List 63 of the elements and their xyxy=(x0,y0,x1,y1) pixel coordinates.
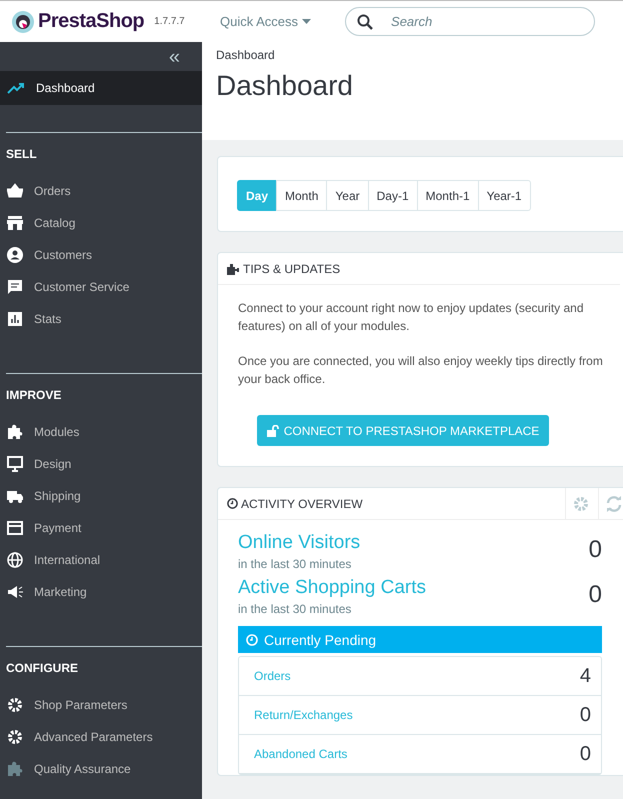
clock-icon xyxy=(246,634,258,646)
period-button[interactable]: Month xyxy=(276,180,328,211)
bar-chart-icon xyxy=(7,311,23,327)
logo-wordmark[interactable]: PrestaShop xyxy=(38,10,144,33)
sidebar-item[interactable]: Dashboard xyxy=(0,71,202,105)
metric-caption: in the last 30 minutes xyxy=(238,557,352,571)
unlock-icon xyxy=(266,424,280,436)
search-icon xyxy=(357,14,374,30)
sidebar-item[interactable]: Payment xyxy=(0,512,202,544)
clock-icon xyxy=(227,498,238,509)
sidebar-item[interactable]: Design xyxy=(0,448,202,480)
period-button[interactable]: Year-1 xyxy=(478,180,531,211)
truck-icon xyxy=(7,488,23,504)
globe-icon xyxy=(7,552,23,568)
credit-card-icon xyxy=(7,520,23,536)
megaphone-icon xyxy=(7,584,23,600)
panel-title: TIPS & UPDATES xyxy=(243,262,340,276)
section-heading: SELL xyxy=(6,146,38,163)
pending-count: 0 xyxy=(580,704,591,726)
version-label: 1.7.7.7 xyxy=(154,16,185,27)
logo-icon xyxy=(12,10,34,32)
person-icon xyxy=(7,247,23,263)
pending-count: 4 xyxy=(580,664,591,688)
sidebar-item[interactable]: Orders xyxy=(0,175,202,207)
sidebar-item[interactable]: Customers xyxy=(0,239,202,271)
caret-icon xyxy=(302,18,312,24)
tips-paragraph: Once you are connected, you will also enjoy weekly tips directly from your back office. xyxy=(238,353,604,388)
pending-count: 0 xyxy=(580,742,591,766)
chat-icon xyxy=(7,279,23,295)
collapse-button[interactable]: « xyxy=(166,46,182,66)
panel-title: ACTIVITY OVERVIEW xyxy=(241,496,363,510)
puzzle-icon xyxy=(227,262,240,274)
metric-value: 0 xyxy=(588,536,602,564)
search-field[interactable]: Search xyxy=(345,7,596,36)
page-title: Dashboard xyxy=(216,70,354,102)
refresh-button[interactable] xyxy=(598,488,623,519)
section-heading: CONFIGURE xyxy=(6,660,79,677)
section-heading: IMPROVE xyxy=(6,387,62,404)
refresh-icon xyxy=(606,496,622,512)
sidebar-item[interactable]: Customer Service xyxy=(0,271,202,303)
sidebar-item[interactable]: Quality Assurance xyxy=(0,753,202,785)
store-icon xyxy=(7,215,23,231)
metric-caption: in the last 30 minutes xyxy=(238,602,352,616)
sidebar-item[interactable]: Catalog xyxy=(0,207,202,239)
tips-paragraph: Connect to your account right now to enjoy updates (security and features) on all of your modules. xyxy=(238,300,585,335)
sidebar-item[interactable]: Shop Parameters xyxy=(0,689,202,721)
puzzle-icon xyxy=(7,424,23,440)
sidebar-item[interactable]: Modules xyxy=(0,416,202,448)
quick-access-menu[interactable]: Quick Access xyxy=(214,14,318,29)
monitor-icon xyxy=(7,456,23,472)
pending-title: Currently Pending xyxy=(264,632,376,648)
sidebar-item[interactable]: Advanced Parameters xyxy=(0,721,202,753)
period-button[interactable]: Day-1 xyxy=(368,180,418,211)
sidebar-item[interactable]: Marketing xyxy=(0,576,202,608)
period-button[interactable]: Month-1 xyxy=(416,180,479,211)
trend-icon xyxy=(7,82,25,94)
breadcrumb[interactable]: Dashboard xyxy=(216,48,609,62)
sidebar-item[interactable]: International xyxy=(0,544,202,576)
sidebar-item[interactable]: Stats xyxy=(0,303,202,335)
puzzle-icon xyxy=(7,761,23,777)
metric-value: 0 xyxy=(588,581,602,609)
period-button[interactable]: Year xyxy=(326,180,369,211)
sidebar-item[interactable]: Shipping xyxy=(0,480,202,512)
